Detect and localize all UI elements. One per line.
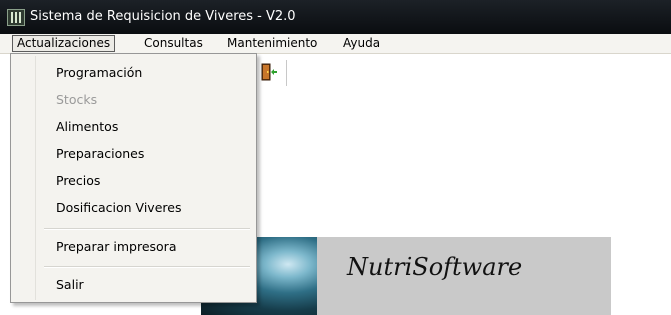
menu-ayuda[interactable]: Ayuda (339, 35, 384, 52)
menu-item-salir[interactable]: Salir (56, 277, 84, 293)
menu-item-preparar-impresora[interactable]: Preparar impresora (56, 239, 176, 255)
menu-item-precios[interactable]: Precios (56, 173, 100, 189)
menu-mantenimiento[interactable]: Mantenimiento (223, 35, 321, 52)
actualizaciones-dropdown: Programación Stocks Alimentos Preparacio… (10, 53, 257, 303)
menu-separator (44, 228, 250, 230)
logo-panel: NutriSoftware (201, 237, 611, 315)
menu-item-dosificacion-viveres[interactable]: Dosificacion Viveres (56, 200, 181, 216)
menu-item-preparaciones[interactable]: Preparaciones (56, 146, 144, 162)
menu-separator (44, 266, 250, 268)
app-icon (7, 9, 25, 26)
window-title: Sistema de Requisicion de Viveres - V2.0 (30, 9, 296, 24)
menu-item-alimentos[interactable]: Alimentos (56, 119, 118, 135)
logo-text: NutriSoftware (347, 253, 523, 281)
toolbar-separator (286, 60, 287, 86)
menu-item-stocks: Stocks (56, 92, 98, 107)
menu-gutter (35, 56, 36, 300)
menu-consultas[interactable]: Consultas (140, 35, 207, 52)
title-bar: Sistema de Requisicion de Viveres - V2.0 (0, 0, 671, 34)
exit-door-icon[interactable] (261, 63, 277, 81)
menu-actualizaciones[interactable]: Actualizaciones (12, 35, 116, 52)
menu-bar: Actualizaciones Consultas Mantenimiento … (0, 34, 671, 54)
menu-item-programacion[interactable]: Programación (56, 65, 142, 81)
